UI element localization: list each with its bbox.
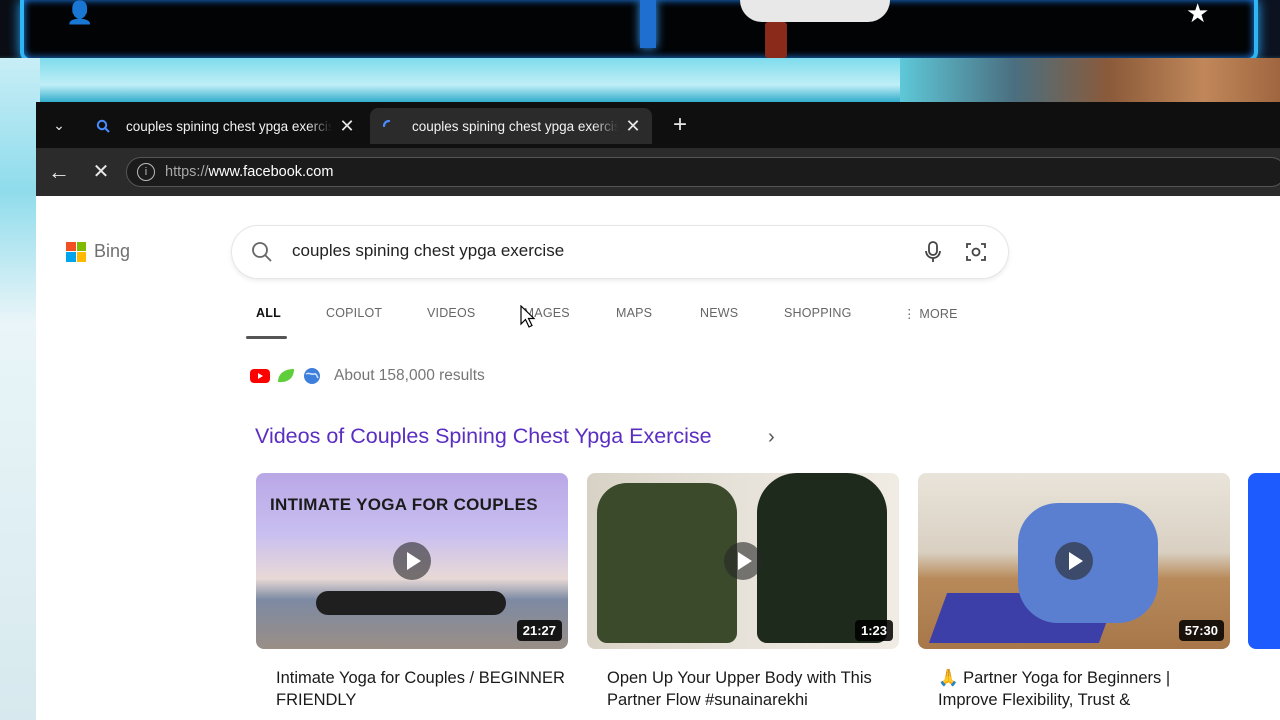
desktop-background-left	[0, 58, 40, 720]
tab-list-chevron-icon[interactable]: ⌄	[46, 112, 72, 138]
results-meta: About 158,000 results	[250, 366, 485, 386]
search-input[interactable]: couples spining chest ypga exercise	[292, 241, 564, 261]
video-duration: 1:23	[854, 620, 893, 641]
more-dots-icon: ⋮	[903, 307, 920, 321]
microsoft-logo-icon	[66, 241, 86, 262]
back-arrow-icon[interactable]: ←	[46, 160, 72, 184]
video-title[interactable]: Open Up Your Upper Body with This Partne…	[607, 667, 897, 711]
scope-news[interactable]: NEWS	[700, 306, 738, 320]
play-icon[interactable]	[1055, 542, 1093, 580]
video-thumbnail[interactable]: INTIMATE YOGA FOR COUPLES 21:27	[256, 473, 568, 649]
visual-search-icon[interactable]	[964, 240, 988, 264]
user-icon: 👤	[66, 0, 94, 25]
scope-maps[interactable]: MAPS	[616, 306, 652, 320]
scope-shopping[interactable]: SHOPPING	[784, 306, 852, 320]
search-scopes: ALL COPILOT VIDEOS IMAGES MAPS NEWS SHOP…	[246, 306, 1006, 342]
water-background	[40, 58, 900, 103]
play-icon[interactable]	[393, 542, 431, 580]
star-icon: ★	[1186, 0, 1210, 28]
play-icon[interactable]	[724, 542, 762, 580]
video-thumbnail[interactable]: 57:30	[918, 473, 1230, 649]
tab-search-2[interactable]: couples spining chest ypga exercis ✕	[370, 108, 652, 144]
scope-copilot[interactable]: COPILOT	[326, 306, 382, 320]
video-thumbnail-partial[interactable]	[1248, 473, 1280, 649]
close-icon[interactable]: ✕	[624, 117, 642, 135]
video-card[interactable]: 1:23 Open Up Your Upper Body with This P…	[587, 473, 899, 711]
bing-logo-text: Bing	[94, 241, 131, 261]
youtube-icon	[250, 366, 270, 386]
mouse-cursor-icon	[520, 305, 536, 328]
videos-heading-link[interactable]: Videos of Couples Spining Chest Ypga Exe…	[255, 424, 712, 449]
scope-videos[interactable]: VIDEOS	[427, 306, 475, 320]
search-icon	[94, 117, 112, 135]
tab-search-1[interactable]: couples spining chest ypga exercis ✕	[84, 108, 366, 144]
video-duration: 57:30	[1178, 620, 1224, 641]
search-box[interactable]: couples spining chest ypga exercise	[232, 226, 1008, 278]
stop-loading-icon[interactable]: ✕	[88, 160, 114, 184]
video-card[interactable]: 57:30 🙏 Partner Yoga for Beginners | Imp…	[918, 473, 1230, 711]
chevron-right-icon[interactable]: ›	[768, 426, 775, 449]
active-scope-underline	[246, 336, 287, 339]
new-tab-plus-icon[interactable]: +	[666, 112, 694, 140]
game-frame	[20, 0, 1258, 62]
site-info-icon[interactable]: i	[137, 163, 155, 181]
result-count: About 158,000 results	[334, 367, 485, 384]
thumbnail-figures	[316, 591, 506, 615]
address-url[interactable]: https://www.facebook.com	[165, 164, 333, 180]
tab-title: couples spining chest ypga exercis	[126, 118, 332, 134]
bing-results-page: Bing couples spining chest ypga exercise…	[36, 196, 1280, 720]
video-title[interactable]: 🙏 Partner Yoga for Beginners | Improve F…	[938, 667, 1228, 711]
game-divider	[640, 0, 656, 48]
game-sprite	[740, 0, 890, 22]
address-bar[interactable]: i https://www.facebook.com	[126, 157, 1280, 187]
bing-logo[interactable]: Bing	[66, 241, 130, 262]
video-thumbnail[interactable]: 1:23	[587, 473, 899, 649]
video-duration: 21:27	[516, 620, 562, 641]
globe-icon	[302, 366, 322, 386]
browser-toolbar: ← ✕ i https://www.facebook.com	[36, 148, 1280, 196]
thumbnail-person	[757, 473, 887, 643]
leaf-icon	[276, 366, 296, 386]
thumbnail-overlay-text: INTIMATE YOGA FOR COUPLES	[270, 495, 538, 514]
tab-title: couples spining chest ypga exercis	[412, 118, 618, 134]
scope-all[interactable]: ALL	[256, 306, 281, 320]
scope-more[interactable]: ⋮ MORE	[903, 306, 958, 321]
search-icon[interactable]	[250, 240, 274, 264]
loading-spinner-icon	[380, 117, 398, 135]
tab-bar: ⌄ couples spining chest ypga exercis ✕ c…	[36, 102, 1280, 148]
microphone-icon[interactable]	[922, 240, 944, 264]
video-card[interactable]: INTIMATE YOGA FOR COUPLES 21:27 Intimate…	[256, 473, 568, 711]
thumbnail-person	[597, 483, 737, 643]
video-title[interactable]: Intimate Yoga for Couples / BEGINNER FRI…	[276, 667, 566, 711]
rocks-background	[900, 58, 1280, 103]
game-sprite-legs	[765, 22, 787, 58]
browser-window: ⌄ couples spining chest ypga exercis ✕ c…	[36, 102, 1280, 720]
close-icon[interactable]: ✕	[338, 117, 356, 135]
